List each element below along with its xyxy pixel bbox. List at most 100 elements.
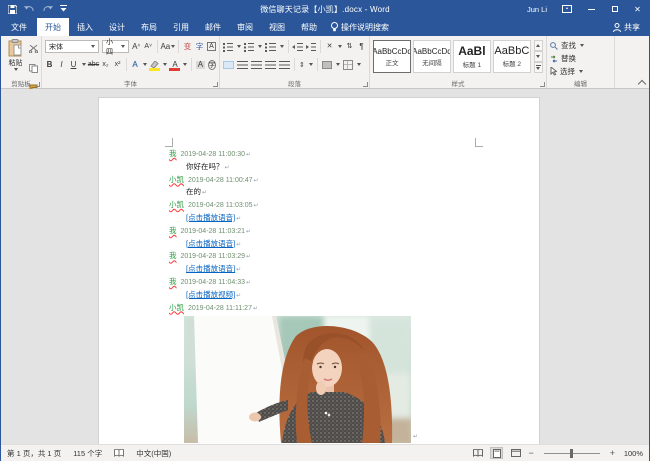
minimize-button[interactable] — [580, 0, 603, 18]
tab-review[interactable]: 审阅 — [229, 18, 261, 36]
tab-mailings[interactable]: 邮件 — [197, 18, 229, 36]
style-no-spacing[interactable]: AaBbCcDd 无间隔 — [413, 40, 451, 73]
character-shading-button[interactable]: A — [196, 61, 205, 69]
web-layout-button[interactable] — [509, 447, 522, 459]
tab-help[interactable]: 帮助 — [293, 18, 325, 36]
styles-scroll-down[interactable] — [534, 51, 543, 62]
undo-button[interactable] — [24, 5, 35, 14]
font-size-combo[interactable]: 小四 — [102, 40, 129, 53]
font-color-button[interactable]: A — [170, 61, 179, 69]
paragraph-dialog-launcher[interactable] — [363, 82, 368, 87]
language-indicator[interactable]: 中文(中国) — [136, 448, 171, 459]
highlight-caret[interactable] — [163, 63, 167, 66]
change-case-button[interactable]: Aa — [162, 43, 175, 51]
borders-button[interactable] — [343, 60, 353, 70]
proofing-status[interactable] — [114, 449, 124, 457]
bullets-caret[interactable] — [237, 45, 241, 48]
cut-button[interactable] — [29, 40, 38, 58]
character-border-button[interactable]: A — [207, 42, 216, 51]
style-heading1[interactable]: AaBl 标题 1 — [453, 40, 491, 73]
font-dialog-launcher[interactable] — [213, 82, 218, 87]
save-icon[interactable] — [8, 5, 17, 14]
ribbon-display-options-button[interactable] — [557, 0, 580, 18]
distribute-button[interactable] — [279, 61, 290, 69]
superscript-button[interactable]: x² — [113, 61, 122, 68]
bullets-button[interactable] — [227, 43, 233, 51]
multilevel-list-button[interactable] — [269, 43, 275, 51]
decrease-indent-button[interactable] — [297, 43, 302, 51]
replace-button[interactable]: 替换 — [550, 52, 611, 65]
user-name[interactable]: Jun Li — [527, 5, 547, 14]
asian-layout-caret[interactable] — [338, 45, 342, 48]
sort-button[interactable]: ⇅ — [345, 43, 354, 50]
zoom-slider[interactable] — [544, 453, 600, 454]
tab-design[interactable]: 设计 — [101, 18, 133, 36]
word-count[interactable]: 115 个字 — [73, 448, 102, 459]
tell-me-box[interactable]: 操作说明搜索 — [325, 18, 395, 36]
redo-button[interactable] — [42, 5, 53, 14]
video-playback-link[interactable]: [点击播放视频] — [186, 290, 235, 299]
print-layout-button[interactable] — [490, 447, 503, 459]
document-area[interactable]: 我2019-04-28 11:00:30↵ 你好在吗？↵ 小凯2019-04-2… — [1, 89, 649, 444]
line-spacing-caret[interactable] — [309, 63, 313, 66]
document-page[interactable]: 我2019-04-28 11:00:30↵ 你好在吗？↵ 小凯2019-04-2… — [98, 97, 540, 444]
strikethrough-button[interactable]: abc — [89, 61, 98, 68]
underline-caret[interactable] — [82, 63, 86, 66]
maximize-button[interactable] — [603, 0, 626, 18]
style-normal[interactable]: AaBbCcDd 正文 — [373, 40, 411, 73]
multilevel-caret[interactable] — [280, 45, 284, 48]
read-mode-button[interactable] — [471, 447, 484, 459]
subscript-button[interactable]: x₂ — [101, 61, 110, 68]
phonetic-guide-button[interactable]: 变 — [183, 43, 192, 51]
collapse-ribbon-button[interactable] — [639, 79, 645, 85]
voice-playback-link[interactable]: [点击播放语音] — [186, 264, 235, 273]
zoom-out-button[interactable]: − — [528, 448, 533, 458]
tab-layout[interactable]: 布局 — [133, 18, 165, 36]
font-name-combo[interactable]: 宋体 — [45, 40, 99, 53]
inline-photo[interactable]: ↵ — [184, 316, 411, 443]
numbering-caret[interactable] — [258, 45, 262, 48]
text-effects-caret[interactable] — [143, 63, 147, 66]
shading-caret[interactable] — [336, 63, 340, 66]
clipboard-dialog-launcher[interactable] — [35, 82, 40, 87]
highlight-button[interactable] — [150, 61, 159, 69]
voice-playback-link[interactable]: [点击播放语音] — [186, 239, 235, 248]
align-left-button[interactable] — [223, 61, 234, 69]
page-indicator[interactable]: 第 1 页，共 1 页 — [7, 448, 61, 459]
tab-file[interactable]: 文件 — [1, 18, 37, 36]
copy-button[interactable] — [29, 60, 38, 78]
text-effects-button[interactable]: A — [130, 61, 139, 69]
bold-button[interactable]: B — [45, 61, 54, 69]
tab-references[interactable]: 引用 — [165, 18, 197, 36]
font-color-caret[interactable] — [183, 63, 187, 66]
select-button[interactable]: 选择 — [550, 65, 611, 78]
character-scaling-button[interactable]: 字 — [195, 43, 204, 51]
styles-dialog-launcher[interactable] — [540, 82, 545, 87]
tab-home[interactable]: 开始 — [37, 18, 69, 36]
enclose-characters-button[interactable]: 字 — [208, 60, 216, 70]
align-center-button[interactable] — [237, 61, 248, 69]
customize-qat-button[interactable] — [60, 5, 67, 13]
asian-layout-button[interactable]: ✕ — [325, 43, 334, 50]
voice-playback-link[interactable]: [点击播放语音] — [186, 213, 235, 222]
close-button[interactable]: ✕ — [626, 0, 649, 18]
style-heading2[interactable]: AaBbC 标题 2 — [493, 40, 531, 73]
line-spacing-button[interactable]: ⇕ — [299, 61, 305, 69]
shrink-font-button[interactable]: A˅ — [144, 43, 153, 50]
justify-button[interactable] — [265, 61, 276, 69]
find-button[interactable]: 查找 — [550, 39, 611, 52]
increase-indent-button[interactable] — [311, 43, 316, 51]
share-button[interactable]: 共享 — [604, 18, 649, 36]
borders-caret[interactable] — [357, 63, 361, 66]
grow-font-button[interactable]: A˄ — [132, 43, 141, 51]
tab-insert[interactable]: 插入 — [69, 18, 101, 36]
underline-button[interactable]: U — [69, 61, 78, 69]
align-right-button[interactable] — [251, 61, 262, 69]
italic-button[interactable]: I — [57, 61, 66, 69]
zoom-level[interactable]: 100% — [621, 449, 643, 458]
styles-scroll-up[interactable] — [534, 40, 543, 51]
styles-gallery-more[interactable] — [534, 62, 543, 73]
zoom-in-button[interactable]: + — [610, 448, 615, 458]
tab-view[interactable]: 视图 — [261, 18, 293, 36]
show-marks-button[interactable]: ¶ — [357, 43, 366, 51]
